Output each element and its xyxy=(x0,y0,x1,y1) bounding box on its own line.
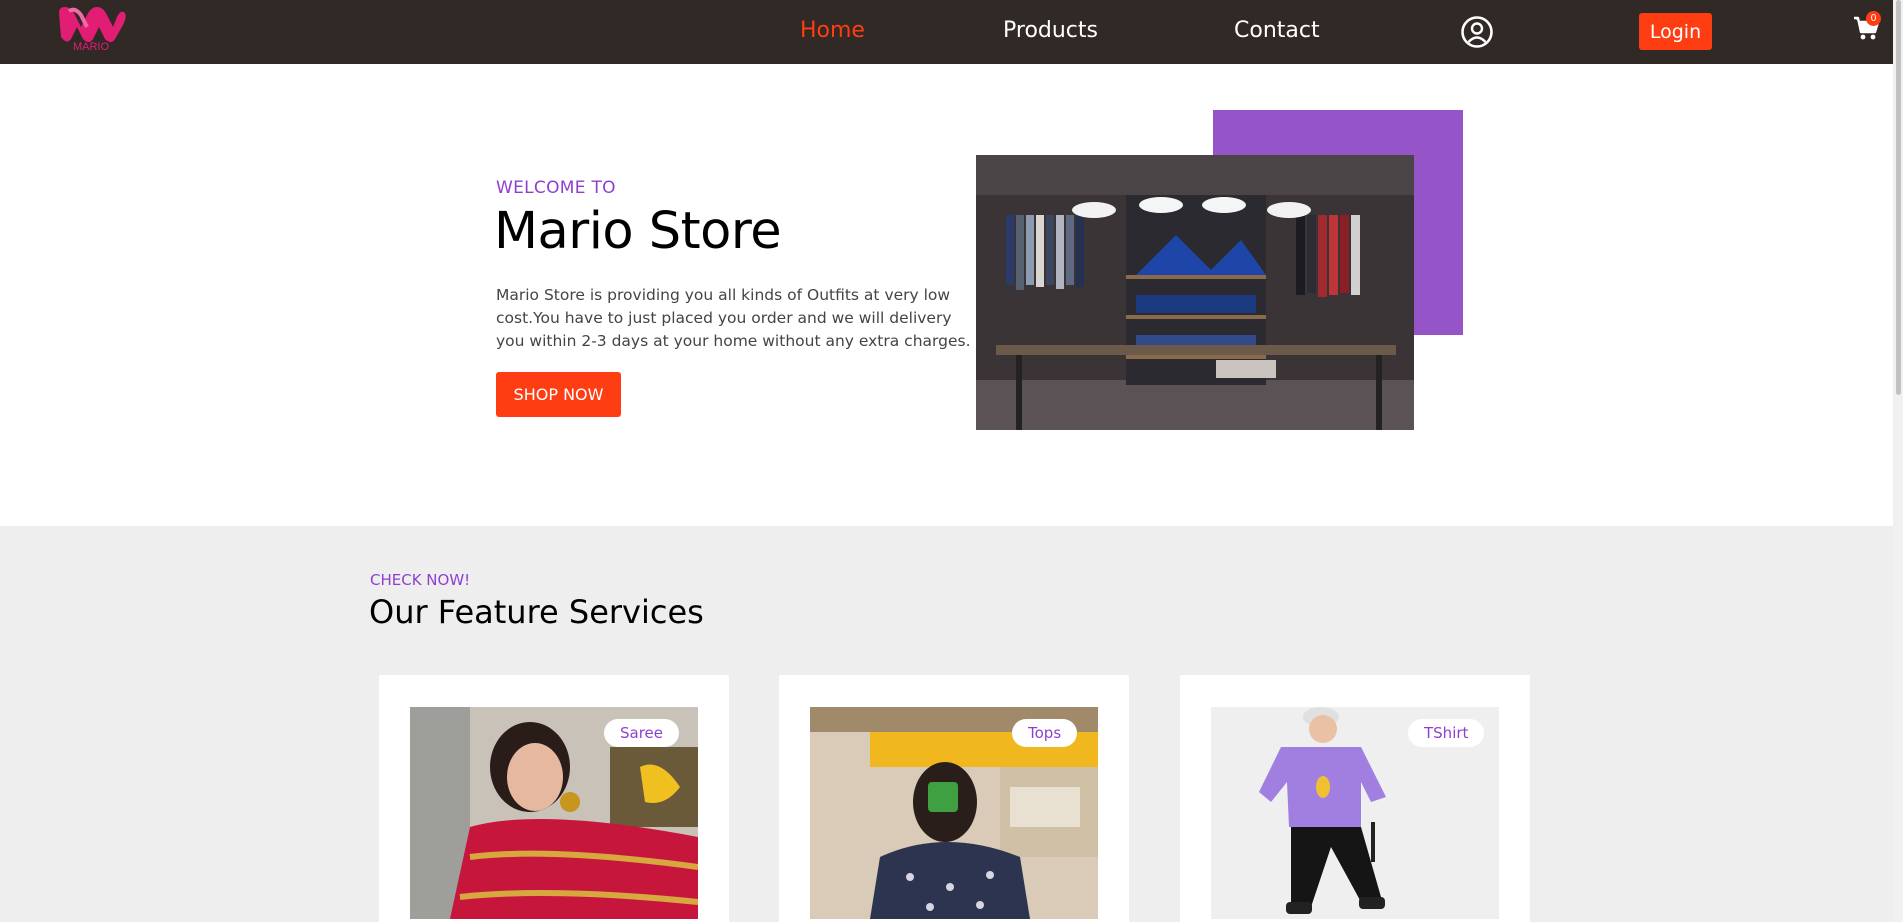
card-tag-tshirt: TShirt xyxy=(1408,719,1485,747)
login-button[interactable]: Login xyxy=(1639,13,1712,50)
services-eyebrow: CHECK NOW! xyxy=(370,571,471,589)
cart-count-badge: 0 xyxy=(1866,11,1881,26)
hero-title: Mario Store xyxy=(494,202,782,261)
store-interior-image xyxy=(976,155,1414,430)
card-tag-tops: Tops xyxy=(1012,719,1078,747)
card-tag-saree: Saree xyxy=(604,719,680,747)
shop-now-button[interactable]: SHOP NOW xyxy=(496,372,621,417)
user-circle-icon[interactable] xyxy=(1460,15,1494,49)
service-card-tshirt[interactable]: TShirt xyxy=(1180,675,1530,922)
scrollbar-thumb[interactable] xyxy=(1896,0,1901,395)
hero-eyebrow: WELCOME TO xyxy=(496,178,616,198)
logo-mark-icon xyxy=(59,7,126,42)
navbar: MARIO Home Products Contact Login 0 xyxy=(0,0,1893,64)
nav-link-products[interactable]: Products xyxy=(1003,18,1098,43)
hero-description: Mario Store is providing you all kinds o… xyxy=(496,286,971,350)
nav-link-home[interactable]: Home xyxy=(800,18,865,43)
service-card-saree[interactable]: Saree xyxy=(379,675,729,922)
service-card-tops[interactable]: Tops xyxy=(779,675,1129,922)
services-title: Our Feature Services xyxy=(369,593,704,631)
logo-text: MARIO xyxy=(72,41,110,53)
nav-link-contact[interactable]: Contact xyxy=(1234,18,1320,43)
brand-logo[interactable]: MARIO xyxy=(55,5,127,55)
